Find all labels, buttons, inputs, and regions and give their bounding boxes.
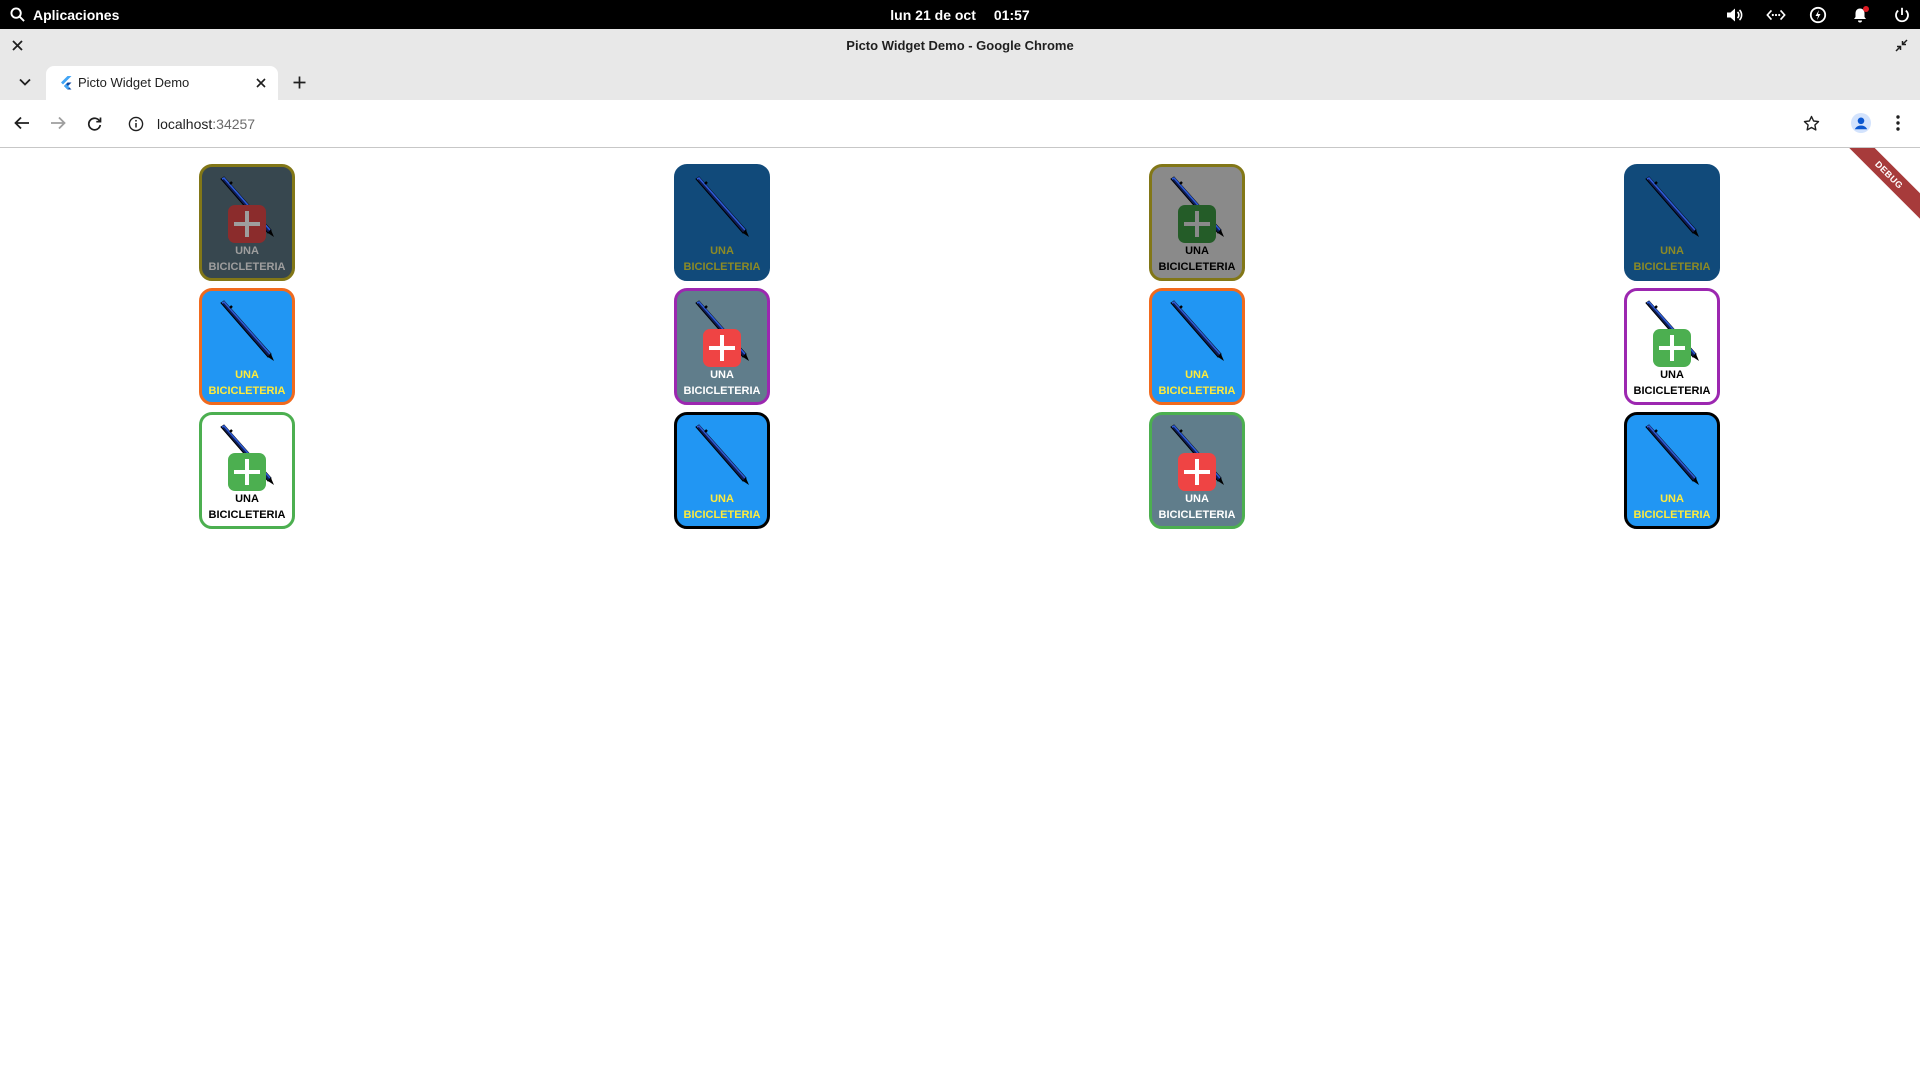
page-viewport: UNA BICICLETERIA UNA BICICLETERIA UNA BI… (0, 148, 1920, 1080)
power-icon[interactable] (1892, 5, 1912, 25)
pen-icon (695, 424, 749, 485)
picto-label: UNA BICICLETERIA (1158, 245, 1236, 273)
picto-card[interactable]: UNA BICICLETERIA (674, 288, 770, 405)
back-arrow-icon[interactable] (11, 112, 33, 134)
clock-date: lun 21 de oct (890, 6, 976, 23)
picto-grid: UNA BICICLETERIA UNA BICICLETERIA UNA BI… (199, 164, 1720, 529)
address-bar[interactable]: localhost:34257 (124, 107, 1804, 141)
tab-strip: Picto Widget Demo (0, 62, 1920, 100)
picto-card[interactable]: UNA BICICLETERIA (674, 412, 770, 529)
power-profile-icon[interactable] (1808, 5, 1828, 25)
picto-card[interactable]: UNA BICICLETERIA (674, 164, 770, 281)
picto-card[interactable]: UNA BICICLETERIA (1624, 412, 1720, 529)
volume-icon[interactable] (1724, 5, 1744, 25)
picto-label: UNA BICICLETERIA (1633, 493, 1711, 521)
add-plus-icon[interactable] (228, 453, 266, 491)
browser-toolbar: localhost:34257 (0, 100, 1920, 148)
tab-search-chevron-down-icon[interactable] (14, 71, 36, 93)
picto-label: UNA BICICLETERIA (683, 245, 761, 273)
more-menu-icon[interactable] (1887, 112, 1909, 134)
add-plus-icon[interactable] (1178, 453, 1216, 491)
site-info-icon[interactable] (128, 116, 144, 132)
picto-card[interactable]: UNA BICICLETERIA (1149, 412, 1245, 529)
picto-label: UNA BICICLETERIA (208, 245, 286, 273)
forward-arrow-icon[interactable] (47, 112, 69, 134)
picto-label: UNA BICICLETERIA (1158, 493, 1236, 521)
profile-avatar-icon[interactable] (1850, 112, 1872, 134)
pen-icon (1170, 300, 1224, 361)
pen-icon (695, 176, 749, 237)
picto-card[interactable]: UNA BICICLETERIA (1624, 288, 1720, 405)
plus-glyph (234, 211, 260, 237)
debug-banner: DEBUG (1836, 148, 1920, 228)
plus-glyph (1184, 211, 1210, 237)
bookmark-star-icon[interactable] (1800, 112, 1822, 134)
clock-time: 01:57 (993, 6, 1030, 23)
window-title: Picto Widget Demo - Google Chrome (846, 38, 1074, 53)
picto-label: UNA BICICLETERIA (1158, 369, 1236, 397)
window-restore-icon[interactable] (1892, 36, 1910, 54)
applications-menu[interactable]: Aplicaciones (10, 0, 119, 29)
address-port: :34257 (212, 116, 256, 132)
address-host: localhost (157, 116, 213, 132)
notification-badge (1863, 5, 1869, 12)
picto-card[interactable]: UNA BICICLETERIA (199, 164, 295, 281)
window-close-icon[interactable] (8, 36, 26, 54)
window-titlebar: Picto Widget Demo - Google Chrome (0, 29, 1920, 62)
new-tab-plus-icon[interactable] (288, 71, 310, 93)
search-icon (10, 7, 25, 22)
plus-glyph (1659, 335, 1685, 361)
picto-label: UNA BICICLETERIA (208, 369, 286, 397)
system-tray (1724, 0, 1912, 29)
tab-close-icon[interactable] (252, 74, 270, 92)
plus-glyph (234, 459, 260, 485)
pen-icon (1645, 176, 1699, 237)
clock[interactable]: lun 21 de oct 01:57 (0, 0, 1920, 29)
notifications-icon[interactable] (1850, 5, 1870, 25)
network-wired-icon[interactable] (1766, 5, 1786, 25)
add-plus-icon[interactable] (1178, 205, 1216, 243)
picto-label: UNA BICICLETERIA (208, 493, 286, 521)
pen-icon (1645, 424, 1699, 485)
applications-label: Aplicaciones (33, 6, 120, 23)
address-url: localhost:34257 (157, 116, 255, 132)
picto-card[interactable]: UNA BICICLETERIA (1624, 164, 1720, 281)
flutter-favicon-icon (61, 76, 72, 90)
picto-label: UNA BICICLETERIA (1633, 369, 1711, 397)
picto-card[interactable]: UNA BICICLETERIA (199, 412, 295, 529)
picto-label: UNA BICICLETERIA (683, 493, 761, 521)
picto-label: UNA BICICLETERIA (1633, 245, 1711, 273)
tab-title: Picto Widget Demo (78, 75, 190, 90)
add-plus-icon[interactable] (703, 329, 741, 367)
add-plus-icon[interactable] (1653, 329, 1691, 367)
picto-card[interactable]: UNA BICICLETERIA (1149, 164, 1245, 281)
pen-icon (220, 300, 274, 361)
add-plus-icon[interactable] (228, 205, 266, 243)
tab-picto-widget-demo[interactable]: Picto Widget Demo (46, 66, 278, 100)
picto-card[interactable]: UNA BICICLETERIA (199, 288, 295, 405)
plus-glyph (709, 335, 735, 361)
reload-icon[interactable] (83, 112, 105, 134)
picto-label: UNA BICICLETERIA (683, 369, 761, 397)
system-top-bar: Aplicaciones lun 21 de oct 01:57 (0, 0, 1920, 29)
picto-card[interactable]: UNA BICICLETERIA (1149, 288, 1245, 405)
plus-glyph (1184, 459, 1210, 485)
